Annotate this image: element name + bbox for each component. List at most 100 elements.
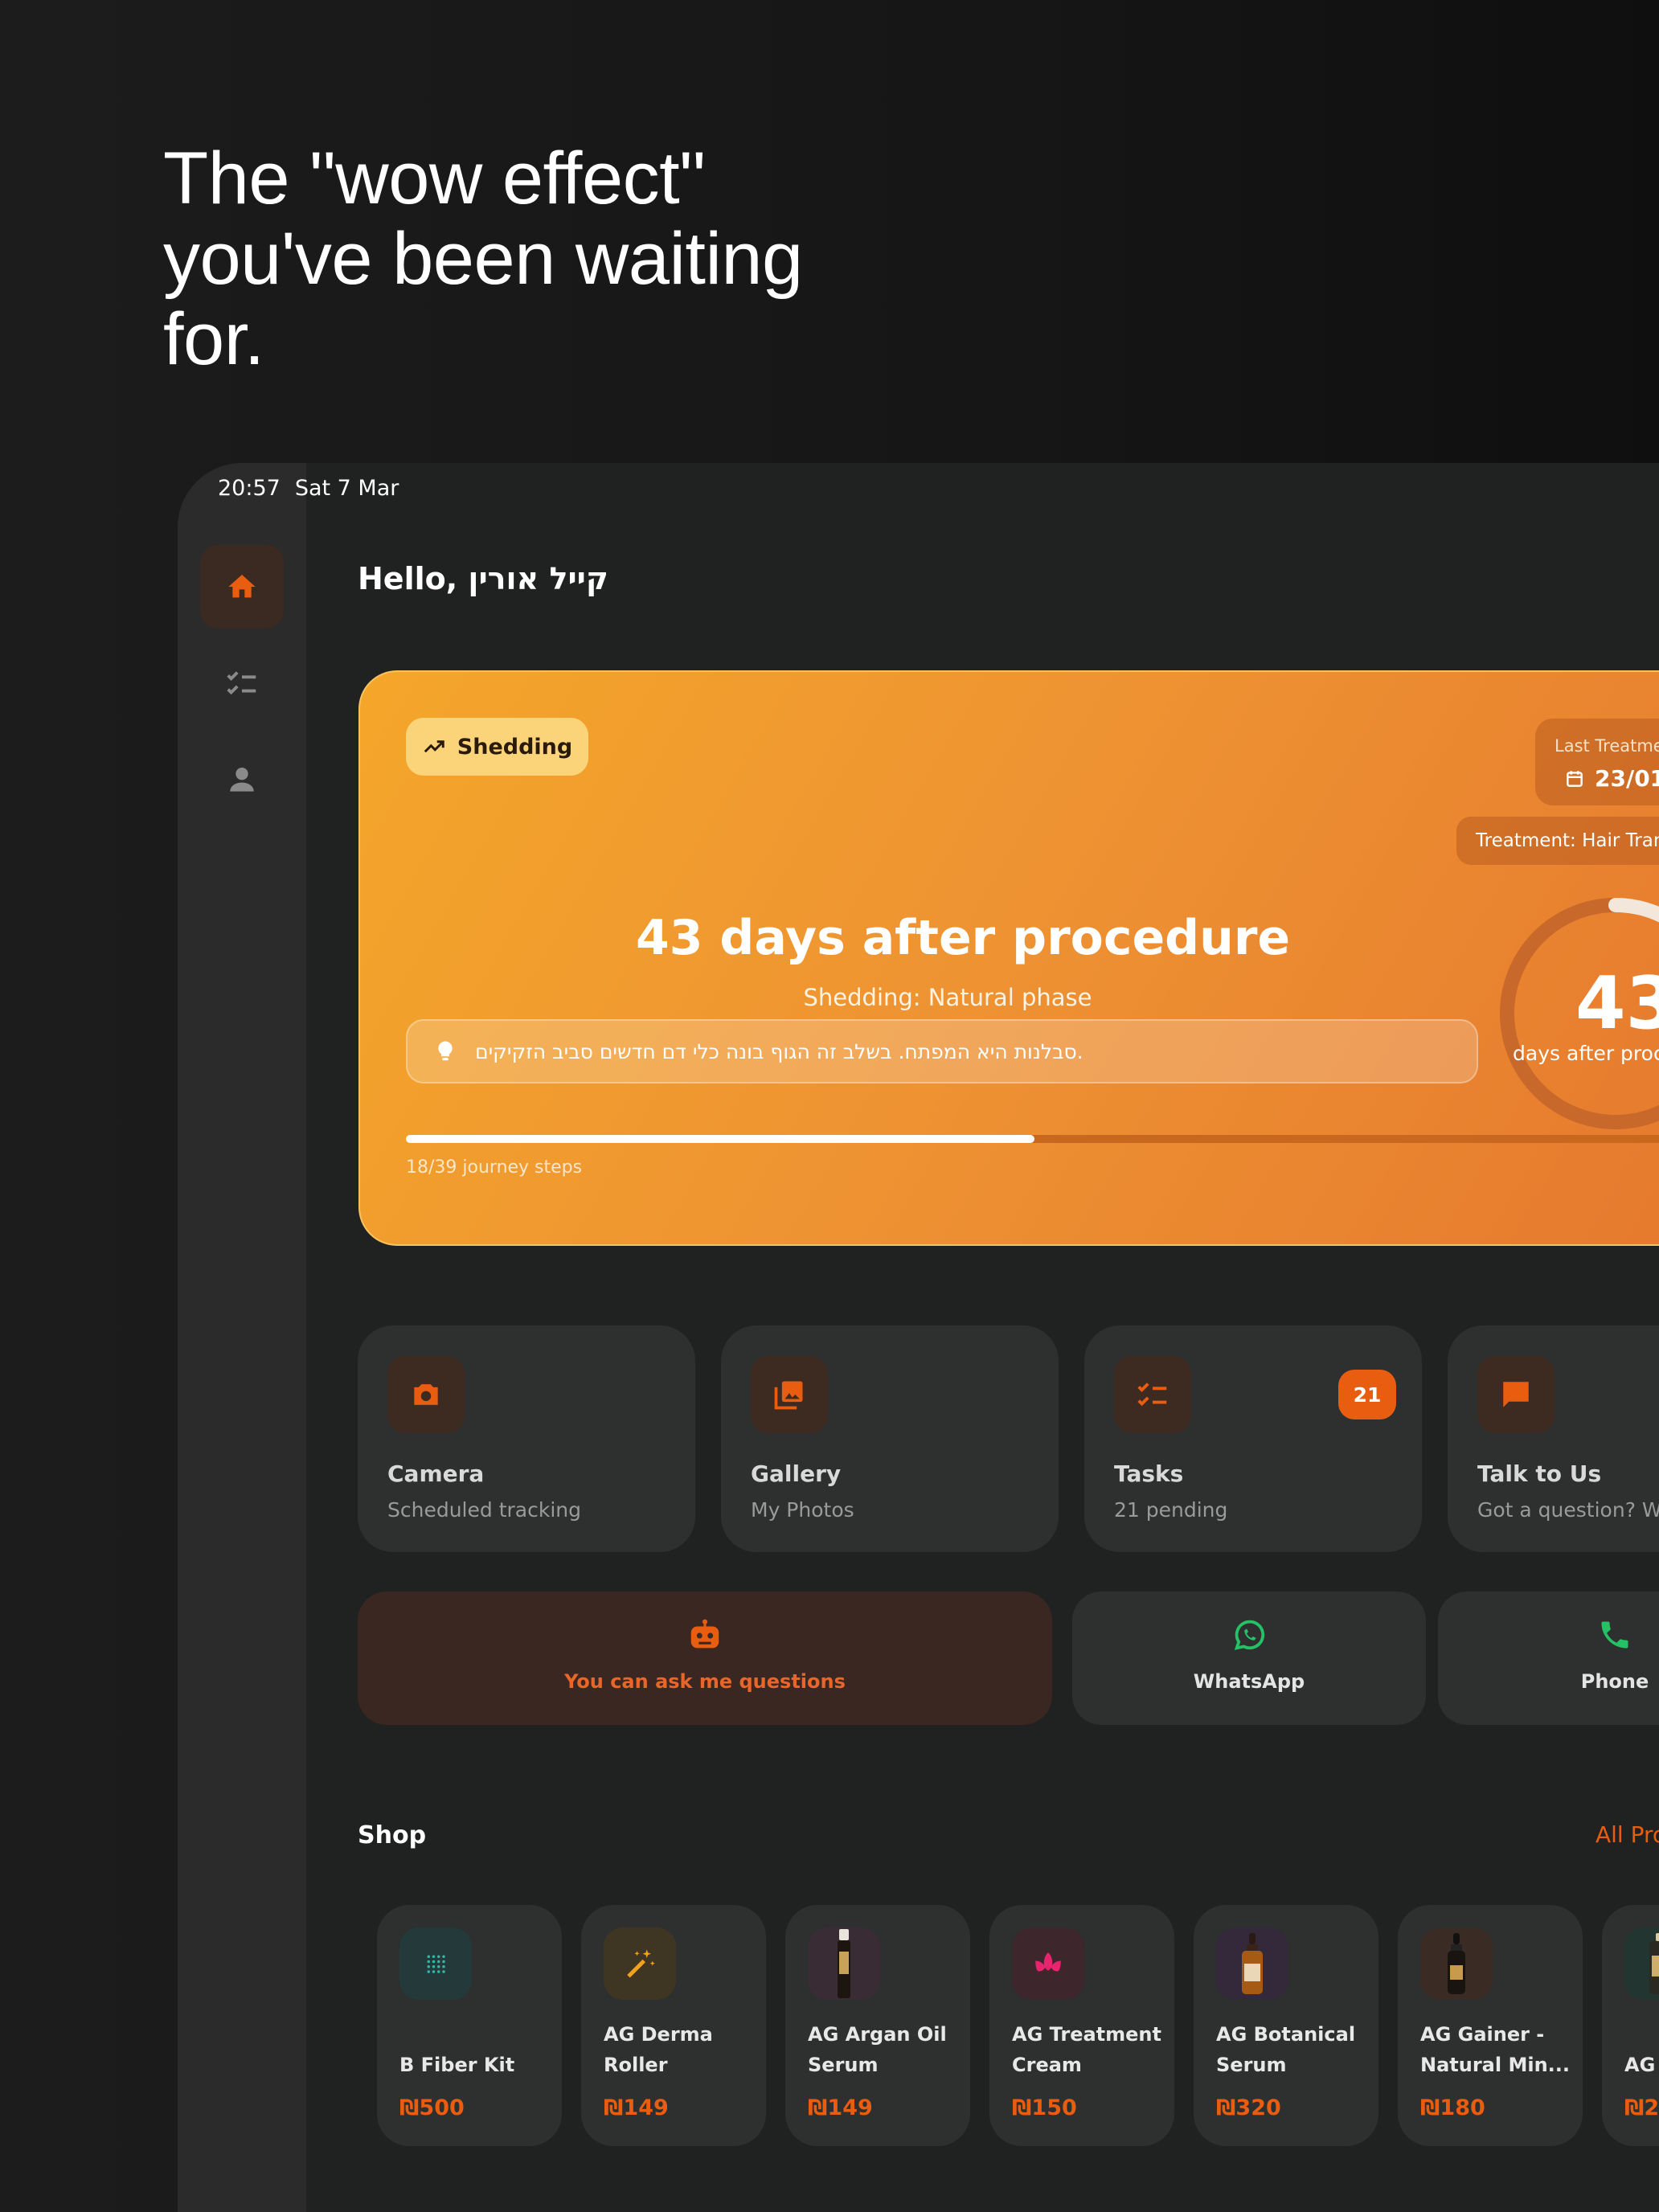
product-image — [1624, 1927, 1659, 2000]
product-image — [399, 1927, 472, 2000]
journey-progress-bar — [406, 1135, 1659, 1143]
tip-text: סבלנות היא המפתח. בשלב זה הגוף בונה כלי … — [475, 1039, 1083, 1063]
robot-icon — [690, 1619, 719, 1649]
headline: The "wow effect" you've been waiting for… — [163, 137, 803, 380]
whatsapp-button[interactable]: WhatsApp — [1072, 1591, 1426, 1725]
product-name: B Fiber Kit — [399, 2054, 515, 2076]
card-title: Camera — [387, 1460, 485, 1487]
chat-icon — [1503, 1382, 1529, 1407]
lightbulb-icon — [438, 1041, 453, 1061]
product-price: ₪180 — [1420, 2095, 1485, 2120]
home-icon — [228, 575, 256, 598]
phone-icon — [1601, 1621, 1628, 1649]
journey-progress-fill — [406, 1135, 1034, 1143]
bottle-icon — [1649, 1933, 1659, 1994]
status-date: Sat 7 Mar — [294, 476, 399, 501]
product-name: AG Derma Roller — [604, 2023, 713, 2076]
product-name: AG Argan Oil Serum — [808, 2023, 947, 2076]
ask-assistant-button[interactable]: You can ask me questions — [358, 1591, 1052, 1725]
tasks-card[interactable]: 21 Tasks 21 pending — [1084, 1325, 1422, 1552]
product-name: AG Botanical Serum — [1216, 2023, 1356, 2076]
camera-icon-wrap — [387, 1356, 465, 1433]
dropper-bottle-icon — [1448, 1933, 1465, 1994]
product-price: ₪2 — [1624, 2095, 1659, 2120]
product-card[interactable]: AG For ₪2 — [1602, 1905, 1659, 2146]
status-time: 20:57 — [218, 476, 281, 501]
gallery-icon — [774, 1381, 803, 1410]
card-subtitle: My Photos — [751, 1498, 854, 1522]
product-card[interactable]: AG Argan Oil Serum ₪149 — [785, 1905, 970, 2146]
whatsapp-icon — [1234, 1620, 1265, 1650]
product-name: AG Treatment Cream — [1012, 2023, 1161, 2076]
product-price: ₪320 — [1216, 2095, 1281, 2120]
product-price: ₪149 — [604, 2095, 669, 2120]
journey-progress-text: 18/39 journey steps — [406, 1157, 583, 1178]
last-treatment-date-text: 23/01/ — [1595, 765, 1659, 792]
product-image — [604, 1927, 676, 2000]
product-card[interactable]: AG Botanical Serum ₪320 — [1194, 1905, 1378, 2146]
camera-icon — [414, 1384, 438, 1405]
gallery-icon-wrap — [751, 1356, 828, 1433]
product-name: AG Gainer - Natural Min... — [1420, 2023, 1570, 2076]
wand-icon — [627, 1949, 655, 1978]
product-card[interactable]: B Fiber Kit ₪500 — [377, 1905, 562, 2146]
card-subtitle: Got a question? We — [1477, 1498, 1659, 1522]
product-card[interactable]: AG Treatment Cream ₪150 — [989, 1905, 1174, 2146]
talk-to-us-card[interactable]: Talk to Us Got a question? We — [1448, 1325, 1659, 1552]
card-subtitle: Scheduled tracking — [387, 1498, 581, 1522]
phase-label: Shedding — [457, 734, 573, 760]
whatsapp-label: WhatsApp — [1193, 1670, 1305, 1693]
product-image — [1216, 1927, 1288, 2000]
phone-label: Phone — [1580, 1670, 1649, 1693]
chat-icon-wrap — [1477, 1356, 1555, 1433]
fiber-icon — [427, 1955, 445, 1973]
product-image — [808, 1927, 880, 2000]
lotus-icon — [1035, 1952, 1061, 1972]
gallery-card[interactable]: Gallery My Photos — [721, 1325, 1059, 1552]
days-title: 43 days after procedure — [636, 910, 1291, 966]
last-treatment-box: Last Treatme 23/01/ — [1535, 719, 1659, 805]
person-icon — [230, 767, 254, 792]
days-ring-number: 43 — [1575, 961, 1659, 1046]
days-ring-progress — [1608, 898, 1659, 923]
last-treatment-date: 23/01/ — [1564, 765, 1659, 792]
tablet-screen: 20:57 Sat 7 Mar Hello, קייל אורין Sheddin… — [178, 463, 1659, 2212]
sidebar-item-tasks[interactable] — [200, 641, 284, 725]
card-title: Tasks — [1114, 1460, 1184, 1487]
product-card[interactable]: AG Derma Roller ₪149 — [581, 1905, 766, 2146]
product-card[interactable]: AG Gainer - Natural Min... ₪180 — [1398, 1905, 1583, 2146]
tip-banner: סבלנות היא המפתח. בשלב זה הגוף בונה כלי … — [406, 1019, 1478, 1083]
journey-hero-card[interactable]: Shedding Last Treatme 23/01/ Treatment: … — [358, 670, 1659, 1246]
sidebar-item-home[interactable] — [200, 545, 284, 629]
sidebar — [178, 463, 306, 2212]
product-image — [1012, 1927, 1084, 2000]
product-image — [1420, 1927, 1493, 2000]
camera-card[interactable]: Camera Scheduled tracking — [358, 1325, 695, 1552]
product-price: ₪149 — [808, 2095, 873, 2120]
trending-up-icon — [424, 740, 444, 753]
shop-all-products-link[interactable]: All Pro — [1596, 1821, 1659, 1848]
ask-assistant-label: You can ask me questions — [564, 1670, 846, 1693]
card-title: Talk to Us — [1477, 1460, 1602, 1487]
shop-title: Shop — [358, 1821, 427, 1849]
phase-subtitle: Shedding: Natural phase — [803, 984, 1092, 1011]
product-price: ₪150 — [1012, 2095, 1077, 2120]
card-subtitle: 21 pending — [1114, 1498, 1228, 1522]
sidebar-item-profile[interactable] — [200, 738, 284, 821]
card-title: Gallery — [751, 1460, 842, 1487]
days-ring-label: days after proc — [1513, 1042, 1659, 1065]
checklist-icon — [1137, 1382, 1167, 1407]
status-bar: 20:57 Sat 7 Mar — [218, 476, 413, 501]
product-price: ₪500 — [399, 2095, 465, 2120]
treatment-pill: Treatment: Hair Tran — [1456, 817, 1659, 865]
dropper-bottle-icon — [1242, 1933, 1263, 1994]
checklist-icon-wrap — [1114, 1356, 1191, 1433]
phase-pill[interactable]: Shedding — [406, 718, 588, 776]
bottle-icon — [838, 1929, 850, 1998]
calendar-icon — [1567, 770, 1583, 787]
product-name: AG For — [1624, 2054, 1659, 2076]
tasks-count-badge: 21 — [1338, 1370, 1396, 1419]
phone-button[interactable]: Phone — [1438, 1591, 1659, 1725]
last-treatment-label: Last Treatme — [1555, 736, 1659, 756]
checklist-icon — [227, 671, 256, 695]
